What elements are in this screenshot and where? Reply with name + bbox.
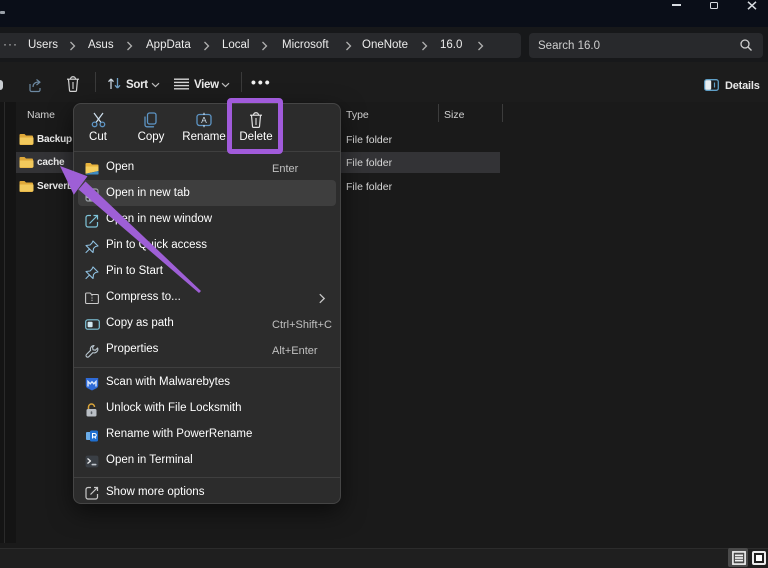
svg-text:A: A [201, 115, 207, 125]
